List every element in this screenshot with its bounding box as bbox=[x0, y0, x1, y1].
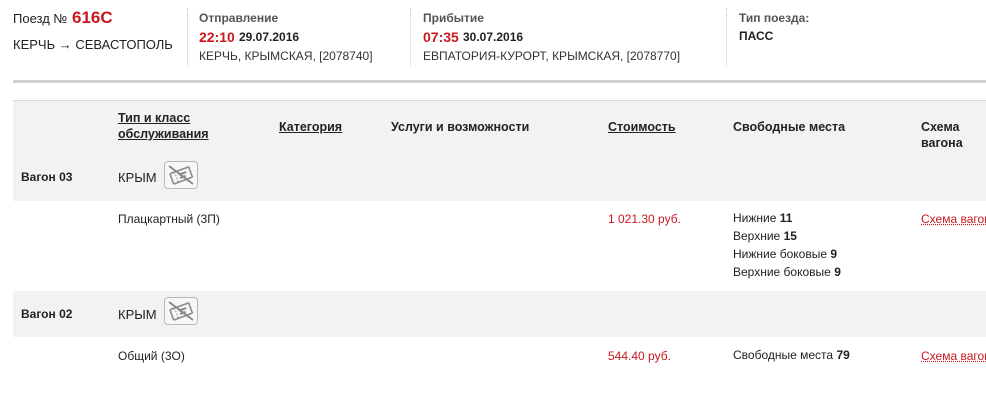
arrival-station: ЕВПАТОРИЯ-КУРОРТ, КРЫМСКАЯ, [2078770] bbox=[423, 49, 680, 63]
seat-count: Нижние 11 bbox=[733, 209, 792, 227]
train-type-value: ПАСС bbox=[739, 29, 773, 43]
column-header-scheme: Схема вагона bbox=[921, 119, 986, 151]
column-header-services: Услуги и возможности bbox=[391, 119, 529, 135]
wagon-row bbox=[13, 291, 986, 337]
seat-count-value: 9 bbox=[834, 265, 841, 279]
seat-count: Нижние боковые 9 bbox=[733, 245, 837, 263]
seat-count: Верхние 15 bbox=[733, 227, 797, 245]
train-number-label: Поезд № bbox=[13, 11, 67, 26]
seat-count-value: 9 bbox=[830, 247, 837, 261]
seat-count-value: 11 bbox=[780, 211, 793, 225]
header-divider bbox=[187, 8, 188, 66]
seat-count: Свободные места 79 bbox=[733, 346, 850, 364]
arrival-time: 07:35 bbox=[423, 29, 459, 45]
wagon-row bbox=[13, 155, 986, 201]
departure-station: КЕРЧЬ, КРЫМСКАЯ, [2078740] bbox=[199, 49, 373, 63]
column-header-type-class-line1: Тип и класс bbox=[118, 110, 209, 126]
seat-count-value: 79 bbox=[836, 348, 849, 362]
column-header-type-class-line2: обслуживания bbox=[118, 126, 209, 142]
train-type-label: Тип поезда: bbox=[739, 11, 809, 25]
header-divider-line bbox=[13, 80, 986, 83]
service-class: Общий (3О) bbox=[118, 349, 185, 363]
seat-count-value: 15 bbox=[784, 229, 797, 243]
header-divider bbox=[726, 8, 727, 66]
carrier-name: КРЫМ bbox=[118, 170, 157, 185]
wagon-label: Вагон 02 bbox=[21, 307, 72, 321]
service-class: Плацкартный (3П) bbox=[118, 212, 220, 226]
column-header-free-seats: Свободные места bbox=[733, 119, 845, 135]
seat-type-label: Свободные места bbox=[733, 348, 833, 362]
column-header-price[interactable]: Стоимость bbox=[608, 119, 676, 135]
no-ticket-icon bbox=[164, 161, 198, 189]
seat-type-label: Верхние боковые bbox=[733, 265, 831, 279]
seat-type-label: Нижние боковые bbox=[733, 247, 827, 261]
departure-label: Отправление bbox=[199, 11, 278, 25]
seat-type-label: Верхние bbox=[733, 229, 780, 243]
arrival-date: 30.07.2016 bbox=[463, 30, 523, 44]
column-header-category[interactable]: Категория bbox=[279, 119, 342, 135]
seat-type-label: Нижние bbox=[733, 211, 776, 225]
wagon-scheme-link[interactable]: Схема вагона bbox=[921, 349, 986, 363]
no-ticket-icon bbox=[164, 297, 198, 325]
wagon-scheme-link[interactable]: Схема вагона bbox=[921, 212, 986, 226]
price: 1 021.30 руб. bbox=[608, 212, 681, 226]
train-number: 616С bbox=[72, 8, 113, 28]
header-divider bbox=[410, 8, 411, 66]
departure-date: 29.07.2016 bbox=[239, 30, 299, 44]
arrival-label: Прибытие bbox=[423, 11, 484, 25]
column-header-type-class[interactable]: Тип и класс обслуживания bbox=[118, 110, 209, 142]
carrier-name: КРЫМ bbox=[118, 307, 157, 322]
price: 544.40 руб. bbox=[608, 349, 671, 363]
wagon-label: Вагон 03 bbox=[21, 170, 72, 184]
departure-time: 22:10 bbox=[199, 29, 235, 45]
seat-count: Верхние боковые 9 bbox=[733, 263, 841, 281]
train-route: КЕРЧЬ → СЕВАСТОПОЛЬ bbox=[13, 37, 173, 52]
